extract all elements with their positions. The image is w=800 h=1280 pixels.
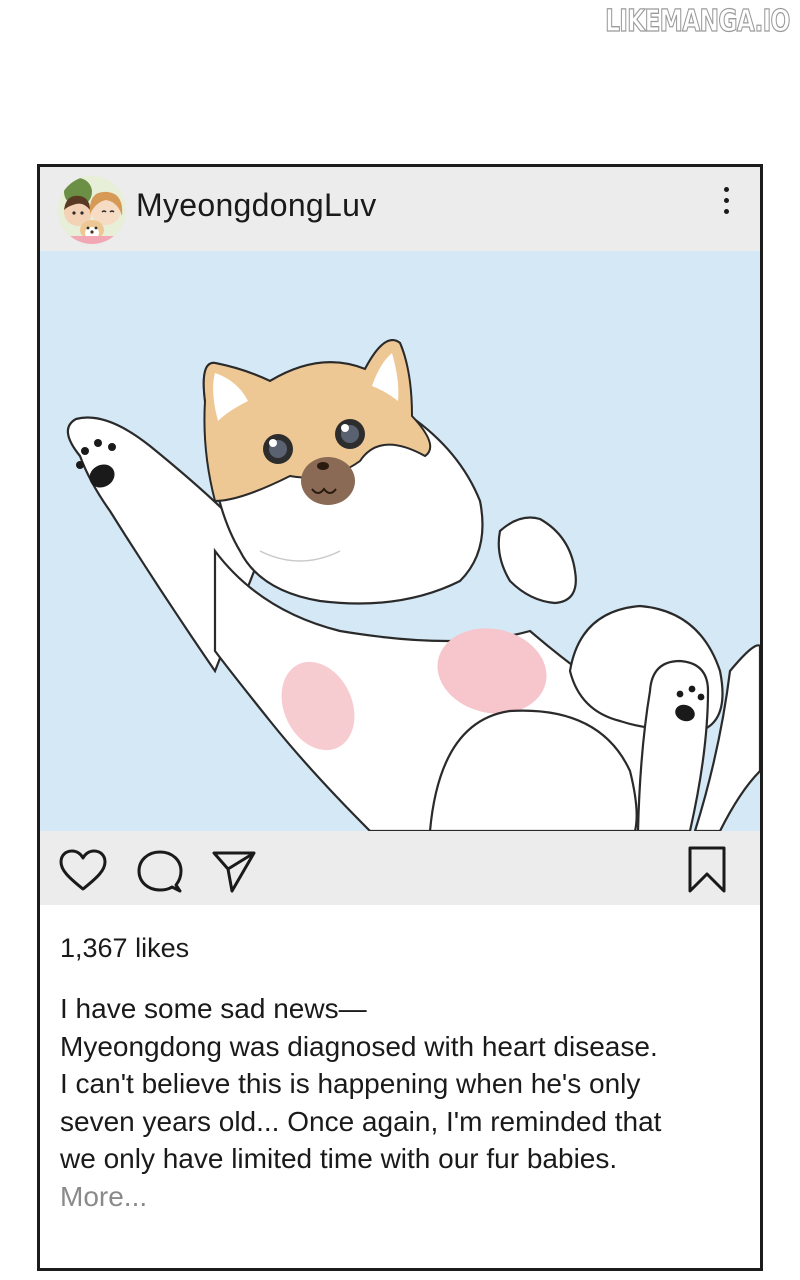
bookmark-icon[interactable]	[685, 845, 729, 895]
post-username[interactable]: MyeongdongLuv	[136, 187, 377, 224]
heart-icon[interactable]	[58, 849, 108, 893]
post-header: MyeongdongLuv	[40, 167, 760, 251]
caption-line: Myeongdong was diagnosed with heart dise…	[60, 1030, 658, 1062]
social-post-card: MyeongdongLuv 1,367 likes I have some sa…	[37, 164, 763, 1271]
site-watermark: LIKEMANGA.IO	[605, 3, 791, 39]
caption-line: we only have limited time with our fur b…	[60, 1143, 618, 1175]
caption-line: seven years old... Once again, I'm remin…	[60, 1105, 662, 1137]
like-count[interactable]: 1,367 likes	[60, 933, 189, 964]
speech-bubble-icon[interactable]	[136, 849, 184, 895]
paper-plane-icon[interactable]	[210, 847, 258, 895]
caption-line: I have some sad news—	[60, 993, 367, 1024]
caption-line: I can't believe this is happening when h…	[60, 1068, 641, 1100]
puppy-lying-on-back-illustration	[40, 251, 760, 831]
post-caption: I have some sad news— Myeongdong was dia…	[60, 990, 750, 1216]
post-image[interactable]	[40, 251, 760, 831]
post-action-bar	[40, 831, 760, 905]
couple-with-dog-avatar[interactable]	[58, 176, 126, 244]
vertical-ellipsis-icon[interactable]	[718, 187, 734, 223]
more-link[interactable]: More...	[60, 1178, 750, 1216]
